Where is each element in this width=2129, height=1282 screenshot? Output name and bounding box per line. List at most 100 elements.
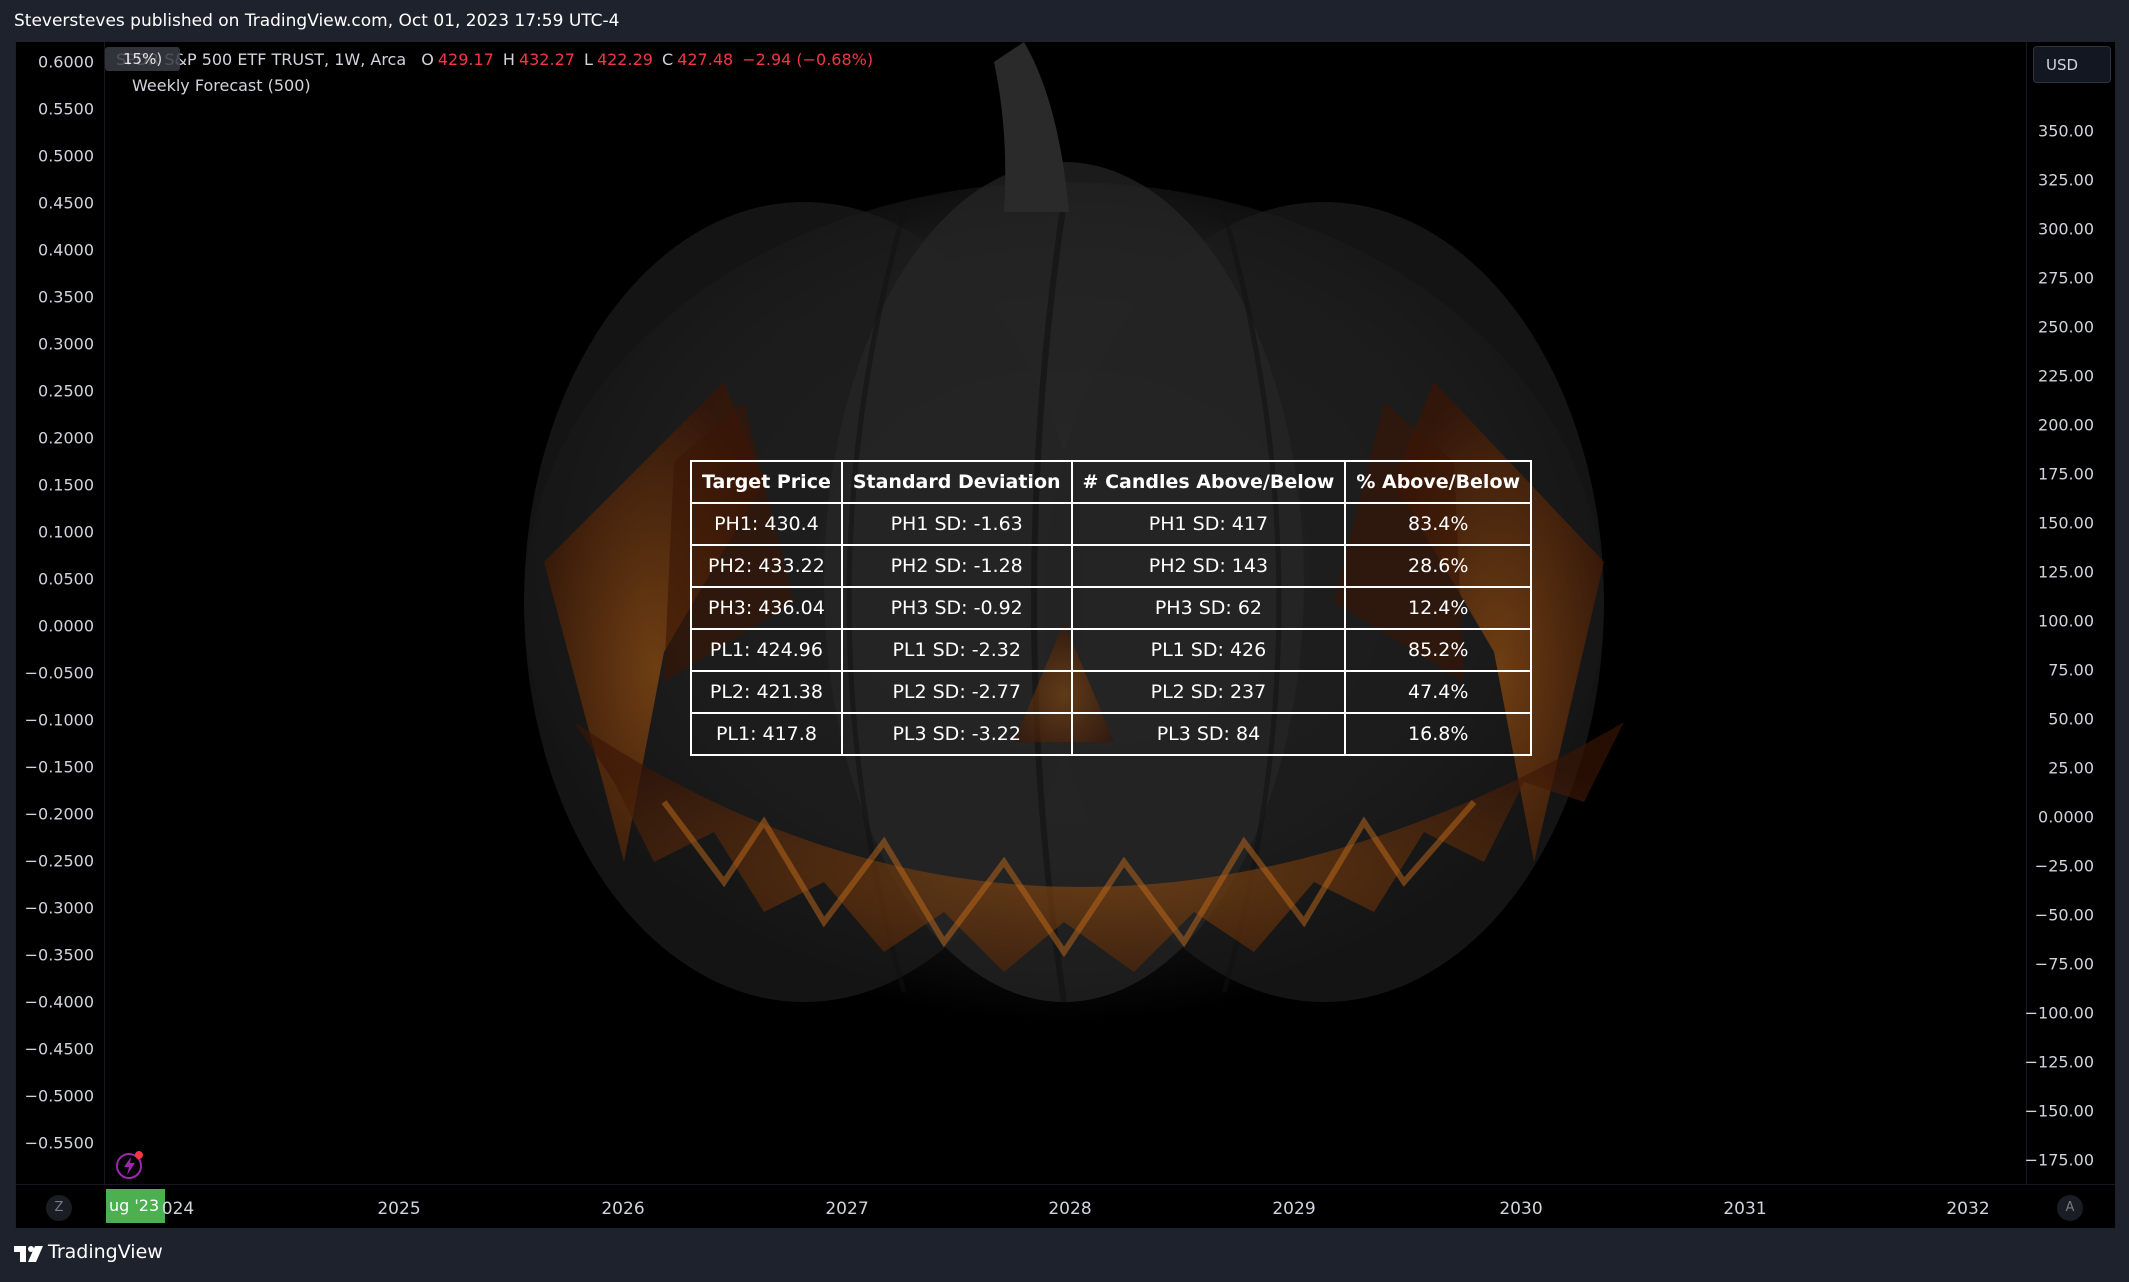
left-scale-tick: −0.3000 — [24, 898, 94, 918]
right-scale-tick: 50.00 — [2048, 709, 2094, 729]
right-scale-tick: 175.00 — [2038, 464, 2094, 484]
left-scale-tick: 0.4500 — [38, 193, 94, 213]
right-scale-tick: 325.00 — [2038, 170, 2094, 190]
table-cell: 28.6% — [1344, 544, 1533, 588]
low-value: 422.29 — [596, 50, 653, 69]
top-bar: Steversteves published on TradingView.co… — [0, 0, 2129, 42]
table-cell: PH3 SD: 62 — [1070, 586, 1347, 630]
right-price-scale[interactable]: USD 350.00 325.00 300.00 275.00 250.00 2… — [2024, 42, 2115, 1184]
ohlc-values: O 429.17 H 432.27 L 422.29 C 427.48 −2.94 (−… — [421, 50, 877, 69]
left-scale-tick: −0.2500 — [24, 851, 94, 871]
right-scale-tick: 125.00 — [2038, 562, 2094, 582]
right-scale-tick: 25.00 — [2048, 758, 2094, 778]
right-scale-tick: 150.00 — [2038, 513, 2094, 533]
table-cell: PL1: 424.96 — [690, 628, 843, 672]
table-cell: PH3 SD: -0.92 — [840, 586, 1073, 630]
left-scale-tick: 0.5500 — [38, 99, 94, 119]
left-scale-tick: 0.3500 — [38, 287, 94, 307]
right-scale-tick: 100.00 — [2038, 611, 2094, 631]
change-value: −2.94 (−0.68%) — [742, 50, 874, 69]
table-cell: PH2 SD: -1.28 — [840, 544, 1073, 588]
time-axis-label: 2029 — [1272, 1199, 1316, 1219]
indicator-label[interactable]: Weekly Forecast (500) — [132, 76, 311, 95]
right-scale-tick: −100.00 — [2024, 1003, 2094, 1023]
right-scale-tick: 250.00 — [2038, 317, 2094, 337]
left-scale-tick: 0.0500 — [38, 569, 94, 589]
tradingview-logo-icon[interactable] — [14, 1244, 46, 1264]
table-cell: PH1 SD: -1.63 — [840, 502, 1073, 546]
time-axis-label: 2031 — [1723, 1199, 1767, 1219]
table-cell: PH2: 433.22 — [690, 544, 843, 588]
right-scale-tick: 75.00 — [2048, 660, 2094, 680]
table-row: PH2: 433.22 PH2 SD: -1.28 PH2 SD: 143 28… — [690, 544, 1533, 588]
table-row: PL2: 421.38 PL2 SD: -2.77 PL2 SD: 237 47… — [690, 670, 1533, 714]
right-scale-tick: −75.00 — [2034, 954, 2094, 974]
close-value: 427.48 — [677, 50, 734, 69]
left-scale-tick: −0.3500 — [24, 945, 94, 965]
right-scale-tick: 350.00 — [2038, 121, 2094, 141]
right-scale-tick: −175.00 — [2024, 1150, 2094, 1170]
left-scale-tick: 0.4000 — [38, 240, 94, 260]
right-scale-tick: 300.00 — [2038, 219, 2094, 239]
table-header-row: Target Price Standard Deviation # Candle… — [690, 460, 1533, 504]
right-scale-tick: −125.00 — [2024, 1052, 2094, 1072]
right-scale-tick: 275.00 — [2038, 268, 2094, 288]
chart-area[interactable]: 0.6000 0.5500 0.5000 0.4500 0.4000 0.350… — [15, 42, 2116, 1228]
time-axis-label: 2032 — [1946, 1199, 1990, 1219]
table-cell: PH2 SD: 143 — [1070, 544, 1347, 588]
left-scale-tick: −0.4500 — [24, 1039, 94, 1059]
table-row: PL1: 417.8 PL3 SD: -3.22 PL3 SD: 84 16.8… — [690, 712, 1533, 756]
table-cell: PH3: 436.04 — [690, 586, 843, 630]
time-axis-label: 2025 — [377, 1199, 421, 1219]
table-cell: PL1 SD: -2.32 — [840, 628, 1073, 672]
footer: TradingView — [0, 1228, 2129, 1282]
right-scale-tick: −50.00 — [2034, 905, 2094, 925]
time-axis-label: 2027 — [825, 1199, 869, 1219]
table-cell: PL2 SD: -2.77 — [840, 670, 1073, 714]
table-cell: PH1 SD: 417 — [1070, 502, 1347, 546]
left-scale-tick: 0.1500 — [38, 475, 94, 495]
table-cell: PL3 SD: -3.22 — [840, 712, 1073, 756]
footer-brand[interactable]: TradingView — [48, 1241, 163, 1263]
low-label: L — [584, 50, 593, 69]
right-scale-tick: −150.00 — [2024, 1101, 2094, 1121]
close-label: C — [662, 50, 674, 69]
table-cell: PL3 SD: 84 — [1070, 712, 1347, 756]
left-price-scale[interactable]: 0.6000 0.5500 0.5000 0.4500 0.4000 0.350… — [16, 42, 105, 1184]
currency-button[interactable]: USD — [2033, 46, 2111, 83]
left-scale-tick: 0.0000 — [38, 616, 94, 636]
zoom-button[interactable]: Z — [46, 1195, 72, 1221]
high-value: 432.27 — [518, 50, 575, 69]
open-value: 429.17 — [437, 50, 494, 69]
table-cell: PL1: 417.8 — [690, 712, 843, 756]
symbol-badge: 15%) 65 — [105, 47, 180, 71]
table-cell: PL2: 421.38 — [690, 670, 843, 714]
time-axis-label: 024 — [161, 1199, 195, 1219]
table-cell: PL2 SD: 237 — [1070, 670, 1347, 714]
table-header-cell: # Candles Above/Below — [1070, 460, 1347, 504]
left-scale-tick: −0.4000 — [24, 992, 94, 1012]
left-scale-tick: −0.5500 — [24, 1133, 94, 1153]
left-scale-tick: −0.1000 — [24, 710, 94, 730]
date-badge: ug '23 — [106, 1189, 165, 1223]
table-cell: 12.4% — [1344, 586, 1533, 630]
lightning-icon[interactable] — [115, 1150, 145, 1180]
legend-symbol-row[interactable]: SPDR S&P 500 ETF TRUST, 1W, Arca O 429.17… — [116, 50, 877, 69]
high-label: H — [502, 50, 515, 69]
left-scale-tick: 0.5000 — [38, 146, 94, 166]
publish-info: Steversteves published on TradingView.co… — [14, 11, 620, 31]
left-scale-tick: 0.1000 — [38, 522, 94, 542]
time-axis[interactable]: Z ug '23 024 2025 2026 2027 2028 2029 20… — [16, 1184, 2115, 1228]
right-scale-tick: 0.0000 — [2038, 807, 2094, 827]
table-header-cell: Standard Deviation — [840, 460, 1073, 504]
left-scale-tick: −0.0500 — [24, 663, 94, 683]
table-cell: 16.8% — [1344, 712, 1533, 756]
left-scale-tick: −0.5000 — [24, 1086, 94, 1106]
auto-scale-button[interactable]: A — [2057, 1195, 2083, 1221]
table-cell: 47.4% — [1344, 670, 1533, 714]
table-header-cell: % Above/Below — [1344, 460, 1533, 504]
table-row: PH1: 430.4 PH1 SD: -1.63 PH1 SD: 417 83.… — [690, 502, 1533, 546]
table-cell: 85.2% — [1344, 628, 1533, 672]
left-scale-tick: 0.2000 — [38, 428, 94, 448]
time-axis-label: 2026 — [601, 1199, 645, 1219]
